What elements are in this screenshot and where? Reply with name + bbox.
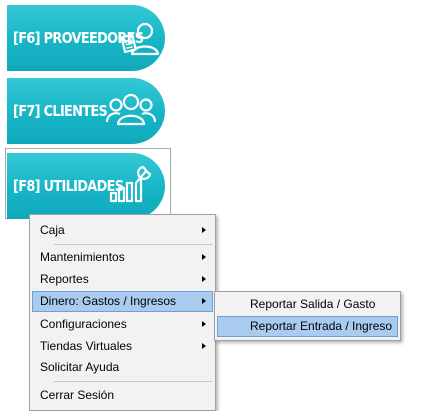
utilidades-label: [F8] UTILIDADES <box>13 177 124 195</box>
menu-item-label: Tiendas Virtuales <box>40 339 133 353</box>
clientes-label: [F7] CLIENTES <box>13 102 108 120</box>
clients-icon <box>105 93 157 126</box>
menu-item-configuraciones[interactable]: Configuraciones <box>32 314 213 335</box>
utilities-context-menu: Caja Mantenimientos Reportes Dinero: Gas… <box>29 214 216 411</box>
menu-item-label: Reportes <box>40 272 89 286</box>
submenu-arrow-icon <box>202 276 206 282</box>
dinero-submenu: Reportar Salida / Gasto Reportar Entrada… <box>214 291 401 341</box>
submenu-item-reportar-salida[interactable]: Reportar Salida / Gasto <box>217 294 398 315</box>
menu-separator <box>54 381 213 382</box>
menu-item-solicitar-ayuda[interactable]: Solicitar Ayuda <box>32 357 213 378</box>
submenu-arrow-icon <box>202 298 206 304</box>
menu-item-dinero[interactable]: Dinero: Gastos / Ingresos <box>32 291 213 312</box>
submenu-item-reportar-entrada[interactable]: Reportar Entrada / Ingreso <box>217 316 398 337</box>
menu-item-tiendas-virtuales[interactable]: Tiendas Virtuales <box>32 336 213 357</box>
menu-separator <box>54 244 213 245</box>
menu-item-label: Mantenimientos <box>40 250 125 264</box>
utilidades-button[interactable]: [F8] UTILIDADES <box>7 153 165 219</box>
submenu-arrow-icon <box>202 227 206 233</box>
menu-item-mantenimientos[interactable]: Mantenimientos <box>32 247 213 268</box>
submenu-arrow-icon <box>202 254 206 260</box>
menu-item-label: Dinero: Gastos / Ingresos <box>40 294 177 308</box>
clientes-button[interactable]: [F7] CLIENTES <box>7 78 165 144</box>
submenu-arrow-icon <box>202 343 206 349</box>
menu-item-label: Configuraciones <box>40 317 127 331</box>
supplier-icon <box>120 22 160 56</box>
menu-item-label: Cerrar Sesión <box>40 388 115 402</box>
menu-item-reportes[interactable]: Reportes <box>32 269 213 290</box>
proveedores-button[interactable]: [F6] PROVEEDORES <box>7 5 165 71</box>
submenu-item-label: Reportar Salida / Gasto <box>250 297 376 311</box>
menu-item-caja[interactable]: Caja <box>32 220 213 241</box>
menu-item-cerrar-sesion[interactable]: Cerrar Sesión <box>32 385 213 406</box>
submenu-item-label: Reportar Entrada / Ingreso <box>250 319 393 333</box>
menu-item-label: Caja <box>40 223 65 237</box>
menu-item-label: Solicitar Ayuda <box>40 360 120 374</box>
utilities-icon <box>109 165 152 203</box>
submenu-arrow-icon <box>202 321 206 327</box>
